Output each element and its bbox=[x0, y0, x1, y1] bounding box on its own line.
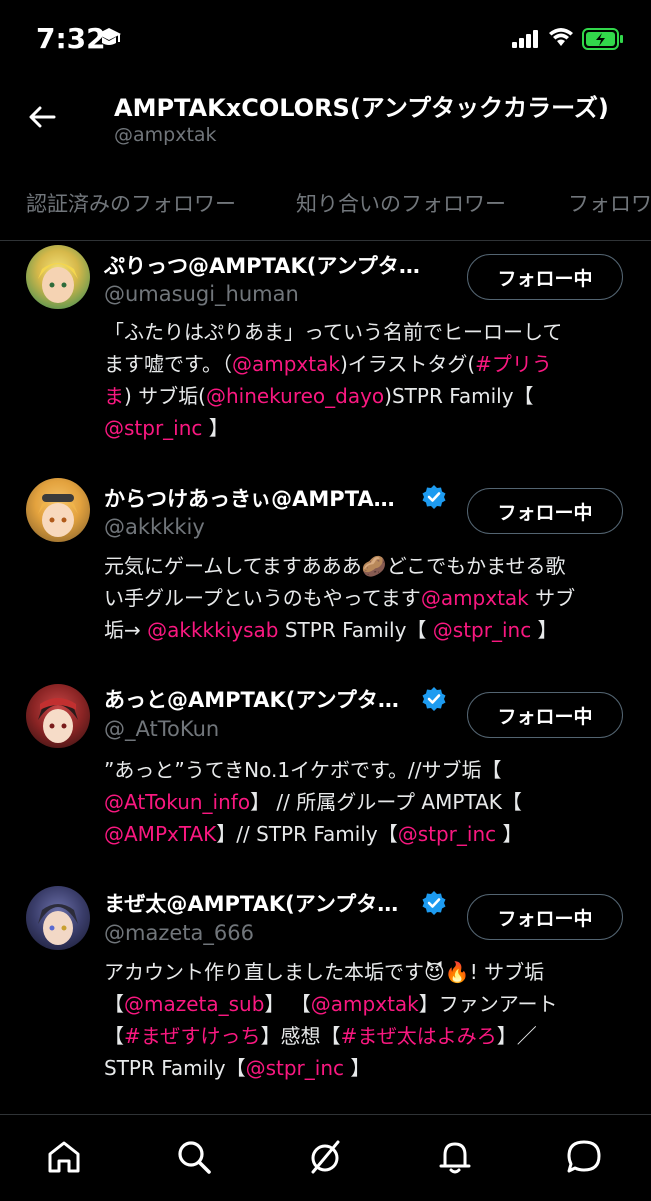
back-arrow-icon[interactable] bbox=[26, 101, 58, 133]
avatar[interactable] bbox=[26, 684, 90, 748]
following-button[interactable]: フォロー中 bbox=[467, 254, 623, 300]
mention-link[interactable]: @stpr_inc bbox=[246, 1056, 344, 1080]
list-item[interactable]: あっと@AMPTAK(アンプタ… @_AtToKun フォロー中 ”あっと”うて… bbox=[0, 672, 651, 872]
hashtag-link[interactable]: ま bbox=[104, 384, 124, 408]
following-button[interactable]: フォロー中 bbox=[467, 692, 623, 738]
user-bio: ”あっと”うてきNo.1イケボです。//サブ垢【 @AtTokun_info】 … bbox=[104, 758, 523, 846]
user-display-name[interactable]: からつけあっきぃ@AMPTA… bbox=[104, 483, 395, 513]
user-display-name[interactable]: あっと@AMPTAK(アンプタ… bbox=[104, 684, 399, 714]
tab-followers[interactable]: フォロワー bbox=[568, 188, 651, 218]
user-display-name[interactable]: ぷりっつ@AMPTAK(アンプタ… bbox=[104, 250, 420, 280]
mention-link[interactable]: @hinekureo_dayo bbox=[206, 384, 384, 408]
tab-verified-followers[interactable]: 認証済みのフォロワー bbox=[26, 188, 236, 218]
list-item[interactable]: まぜ太@AMPTAK(アンプタ… @mazeta_666 フォロー中 アカウント… bbox=[0, 876, 651, 1106]
messages-icon[interactable] bbox=[564, 1137, 604, 1177]
page-title: AMPTAKxCOLORS(アンプタックカラーズ) bbox=[114, 94, 609, 122]
mention-link[interactable]: @ampxtak bbox=[311, 992, 419, 1016]
mention-link[interactable]: @ampxtak bbox=[232, 352, 340, 376]
signal-icon bbox=[512, 30, 538, 48]
search-icon[interactable] bbox=[174, 1137, 214, 1177]
user-handle[interactable]: @_AtToKun bbox=[104, 717, 219, 741]
mention-link[interactable]: @stpr_inc bbox=[104, 416, 202, 440]
status-bar: 7:32 bbox=[0, 0, 651, 80]
user-bio: アカウント作り直しました本垢です😈🔥! サブ垢 【@mazeta_sub】 【@… bbox=[104, 960, 558, 1080]
avatar[interactable] bbox=[26, 886, 90, 950]
user-bio: 元気にゲームしてますあああ🥔どこでもかませる歌 い手グループというのもやってます… bbox=[104, 554, 576, 642]
verified-badge-icon bbox=[422, 485, 446, 509]
following-button[interactable]: フォロー中 bbox=[467, 894, 623, 940]
page-handle: @ampxtak bbox=[114, 124, 217, 146]
user-handle[interactable]: @umasugi_human bbox=[104, 282, 299, 306]
mention-link[interactable]: @akkkkiysab bbox=[147, 618, 278, 642]
mention-link[interactable]: @stpr_inc bbox=[398, 822, 496, 846]
battery-icon bbox=[582, 28, 623, 50]
verified-badge-icon bbox=[422, 891, 446, 915]
wifi-icon bbox=[549, 28, 573, 46]
mention-link[interactable]: @stpr_inc bbox=[433, 618, 531, 642]
home-icon[interactable] bbox=[44, 1137, 84, 1177]
mention-link[interactable]: @mazeta_sub bbox=[124, 992, 264, 1016]
user-handle[interactable]: @akkkkiy bbox=[104, 515, 205, 539]
user-bio: 「ふたりはぷりあま」っていう名前でヒーローして ます嘘です。（@ampxtak)… bbox=[104, 320, 563, 440]
list-item[interactable]: からつけあっきぃ@AMPTA… @akkkkiy フォロー中 元気にゲームしてま… bbox=[0, 470, 651, 670]
user-display-name[interactable]: まぜ太@AMPTAK(アンプタ… bbox=[104, 888, 398, 918]
hashtag-link[interactable]: #プリう bbox=[475, 352, 552, 376]
devil-fire-emoji: 😈🔥 bbox=[424, 960, 470, 984]
hashtag-link[interactable]: #まぜ太はよみろ bbox=[341, 1024, 497, 1048]
notifications-icon[interactable] bbox=[435, 1137, 475, 1177]
following-button[interactable]: フォロー中 bbox=[467, 488, 623, 534]
potato-emoji: 🥔 bbox=[361, 554, 387, 578]
bottom-nav bbox=[0, 1114, 651, 1201]
avatar[interactable] bbox=[26, 245, 90, 309]
mention-link[interactable]: @AtTokun_info bbox=[104, 790, 250, 814]
verified-badge-icon bbox=[422, 687, 446, 711]
mention-link[interactable]: @ampxtak bbox=[421, 586, 529, 610]
graduation-cap-icon bbox=[97, 28, 121, 45]
spaces-icon[interactable] bbox=[305, 1137, 345, 1177]
user-handle[interactable]: @mazeta_666 bbox=[104, 921, 254, 945]
tab-followers-you-know[interactable]: 知り合いのフォロワー bbox=[296, 188, 506, 218]
hashtag-link[interactable]: #まぜすけっち bbox=[124, 1024, 261, 1048]
tab-bar: 認証済みのフォロワー 知り合いのフォロワー フォロワー bbox=[0, 176, 651, 228]
list-item[interactable]: ぷりっつ@AMPTAK(アンプタ… @umasugi_human フォロー中 「… bbox=[0, 240, 651, 470]
avatar[interactable] bbox=[26, 478, 90, 542]
mention-link[interactable]: @AMPxTAK bbox=[104, 822, 216, 846]
